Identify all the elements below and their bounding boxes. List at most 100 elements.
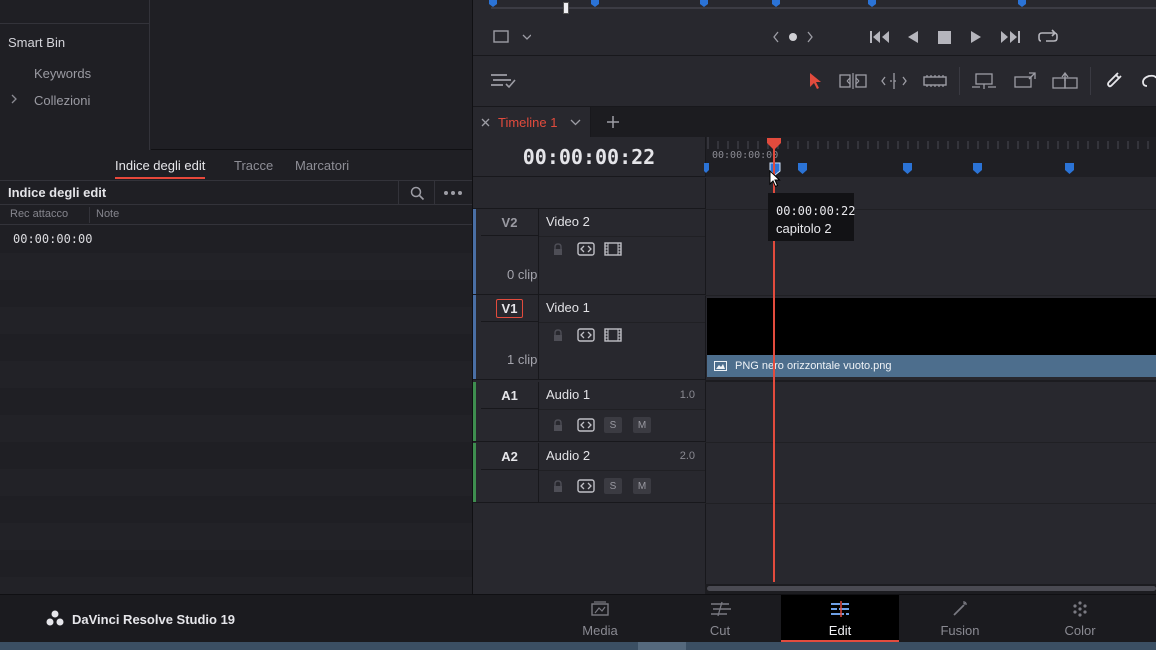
add-timeline-icon[interactable] (604, 113, 622, 131)
bin-divider (0, 23, 150, 24)
app-name: DaVinci Resolve Studio 19 (72, 612, 236, 627)
bin-item-keywords[interactable]: Keywords (34, 66, 91, 81)
track-color-stripe (473, 295, 476, 379)
status-strip-highlight (638, 642, 686, 650)
auto-select-icon[interactable] (577, 478, 595, 494)
blade-tool-icon[interactable] (921, 71, 949, 91)
page-edit[interactable]: Edit (781, 595, 899, 642)
track-name[interactable]: Video 1 (546, 300, 590, 315)
track-video-enable-icon[interactable] (604, 241, 622, 257)
mute-button[interactable]: M (633, 478, 651, 494)
table-row (0, 469, 472, 496)
table-row (0, 550, 472, 577)
track-divider (539, 322, 705, 323)
search-icon[interactable] (408, 185, 426, 201)
color-icon (1021, 599, 1139, 623)
page-fusion[interactable]: Fusion (901, 595, 1019, 642)
playhead-handle[interactable] (766, 137, 782, 151)
dynamic-trim-icon[interactable] (880, 71, 908, 91)
replace-clip-icon[interactable] (1051, 71, 1079, 91)
jog-control-icon[interactable] (771, 28, 815, 46)
track-clip-count: 0 clip (507, 267, 538, 282)
column-divider (89, 207, 90, 223)
track-clip-count: 1 clip (507, 352, 538, 367)
toolbar-divider (1090, 67, 1091, 95)
chevron-down-icon[interactable] (569, 115, 581, 129)
cut-icon (661, 599, 779, 623)
page-label: Color (1064, 623, 1096, 638)
solo-button[interactable]: S (604, 478, 622, 494)
lock-icon[interactable] (551, 478, 565, 494)
bin-item-collezioni[interactable]: Collezioni (34, 93, 90, 108)
tab-timeline-1[interactable]: Timeline 1 (473, 107, 591, 137)
play-reverse-icon[interactable] (905, 28, 921, 46)
timeline-view-options-icon[interactable] (489, 71, 517, 91)
edit-index-title: Indice degli edit (8, 185, 107, 200)
track-name[interactable]: Audio 1 (546, 387, 590, 402)
track-color-stripe (473, 382, 476, 441)
track-id[interactable]: V1 (481, 295, 539, 322)
row-rec-in: 00:00:00:00 (13, 232, 93, 246)
marker-tooltip: 00:00:00:22 capitolo 2 (768, 193, 856, 241)
edit-toolbar (473, 57, 1156, 107)
track-video-enable-icon[interactable] (604, 327, 622, 343)
bin-content-area (151, 0, 472, 150)
lock-icon[interactable] (551, 241, 565, 257)
linked-selection-icon[interactable] (1141, 71, 1156, 91)
lock-icon[interactable] (551, 417, 565, 433)
snapping-icon[interactable] (1103, 71, 1127, 91)
timecode-box: 00:00:00:22 (473, 137, 705, 177)
go-to-start-icon[interactable] (869, 28, 891, 46)
viewer-playhead[interactable] (563, 2, 569, 14)
lock-icon[interactable] (551, 327, 565, 343)
stop-icon[interactable] (936, 28, 952, 46)
app-brand: DaVinci Resolve Studio 19 (46, 610, 235, 629)
viewer-transport (473, 0, 1156, 56)
status-strip (0, 642, 1156, 650)
column-header-rec-in[interactable]: Rec attacco (10, 208, 68, 220)
table-row (0, 496, 472, 523)
tab-edit-index[interactable]: Indice degli edit (115, 151, 206, 181)
tooltip-timecode: 00:00:00:22 (776, 204, 856, 218)
table-row[interactable]: 00:00:00:00 (0, 226, 472, 253)
column-header-note[interactable]: Note (96, 208, 119, 220)
more-options-icon[interactable] (442, 185, 464, 201)
track-id[interactable]: A2 (481, 443, 539, 470)
track-header-v2: V2 Video 2 0 clip (473, 209, 705, 295)
trim-edit-icon[interactable] (839, 71, 867, 91)
auto-select-icon[interactable] (577, 241, 595, 257)
chevron-right-icon[interactable] (10, 93, 18, 108)
overwrite-clip-icon[interactable] (1011, 71, 1039, 91)
play-icon[interactable] (968, 28, 984, 46)
track-id[interactable]: V2 (481, 209, 539, 236)
edit-index-columns: Rec attacco Note (0, 205, 472, 225)
track-id[interactable]: A1 (481, 382, 539, 409)
transform-dropdown-icon[interactable] (491, 28, 531, 46)
page-cut[interactable]: Cut (661, 595, 779, 642)
track-divider (539, 409, 705, 410)
edit-index-tabbar: Indice degli edit Tracce Marcatori (0, 151, 472, 181)
track-column (481, 236, 539, 294)
page-color[interactable]: Color (1021, 595, 1139, 642)
go-to-end-icon[interactable] (999, 28, 1021, 46)
image-icon (714, 361, 727, 371)
track-name[interactable]: Video 2 (546, 214, 590, 229)
selection-tool-icon[interactable] (806, 71, 824, 91)
auto-select-icon[interactable] (577, 417, 595, 433)
tab-tracks[interactable]: Tracce (234, 151, 273, 181)
insert-clip-icon[interactable] (970, 71, 998, 91)
tab-markers[interactable]: Marcatori (295, 151, 349, 181)
close-icon[interactable] (479, 115, 491, 129)
track-column (481, 322, 539, 379)
page-media[interactable]: Media (541, 595, 659, 642)
timecode-display[interactable]: 00:00:00:22 (473, 145, 705, 169)
scrollbar-thumb[interactable] (707, 586, 1156, 591)
track-divider (539, 236, 705, 237)
mute-button[interactable]: M (633, 417, 651, 433)
auto-select-icon[interactable] (577, 327, 595, 343)
loop-icon[interactable] (1037, 28, 1059, 46)
solo-button[interactable]: S (604, 417, 622, 433)
track-name[interactable]: Audio 2 (546, 448, 590, 463)
table-row (0, 307, 472, 334)
smart-bin-header[interactable]: Smart Bin (8, 35, 65, 50)
